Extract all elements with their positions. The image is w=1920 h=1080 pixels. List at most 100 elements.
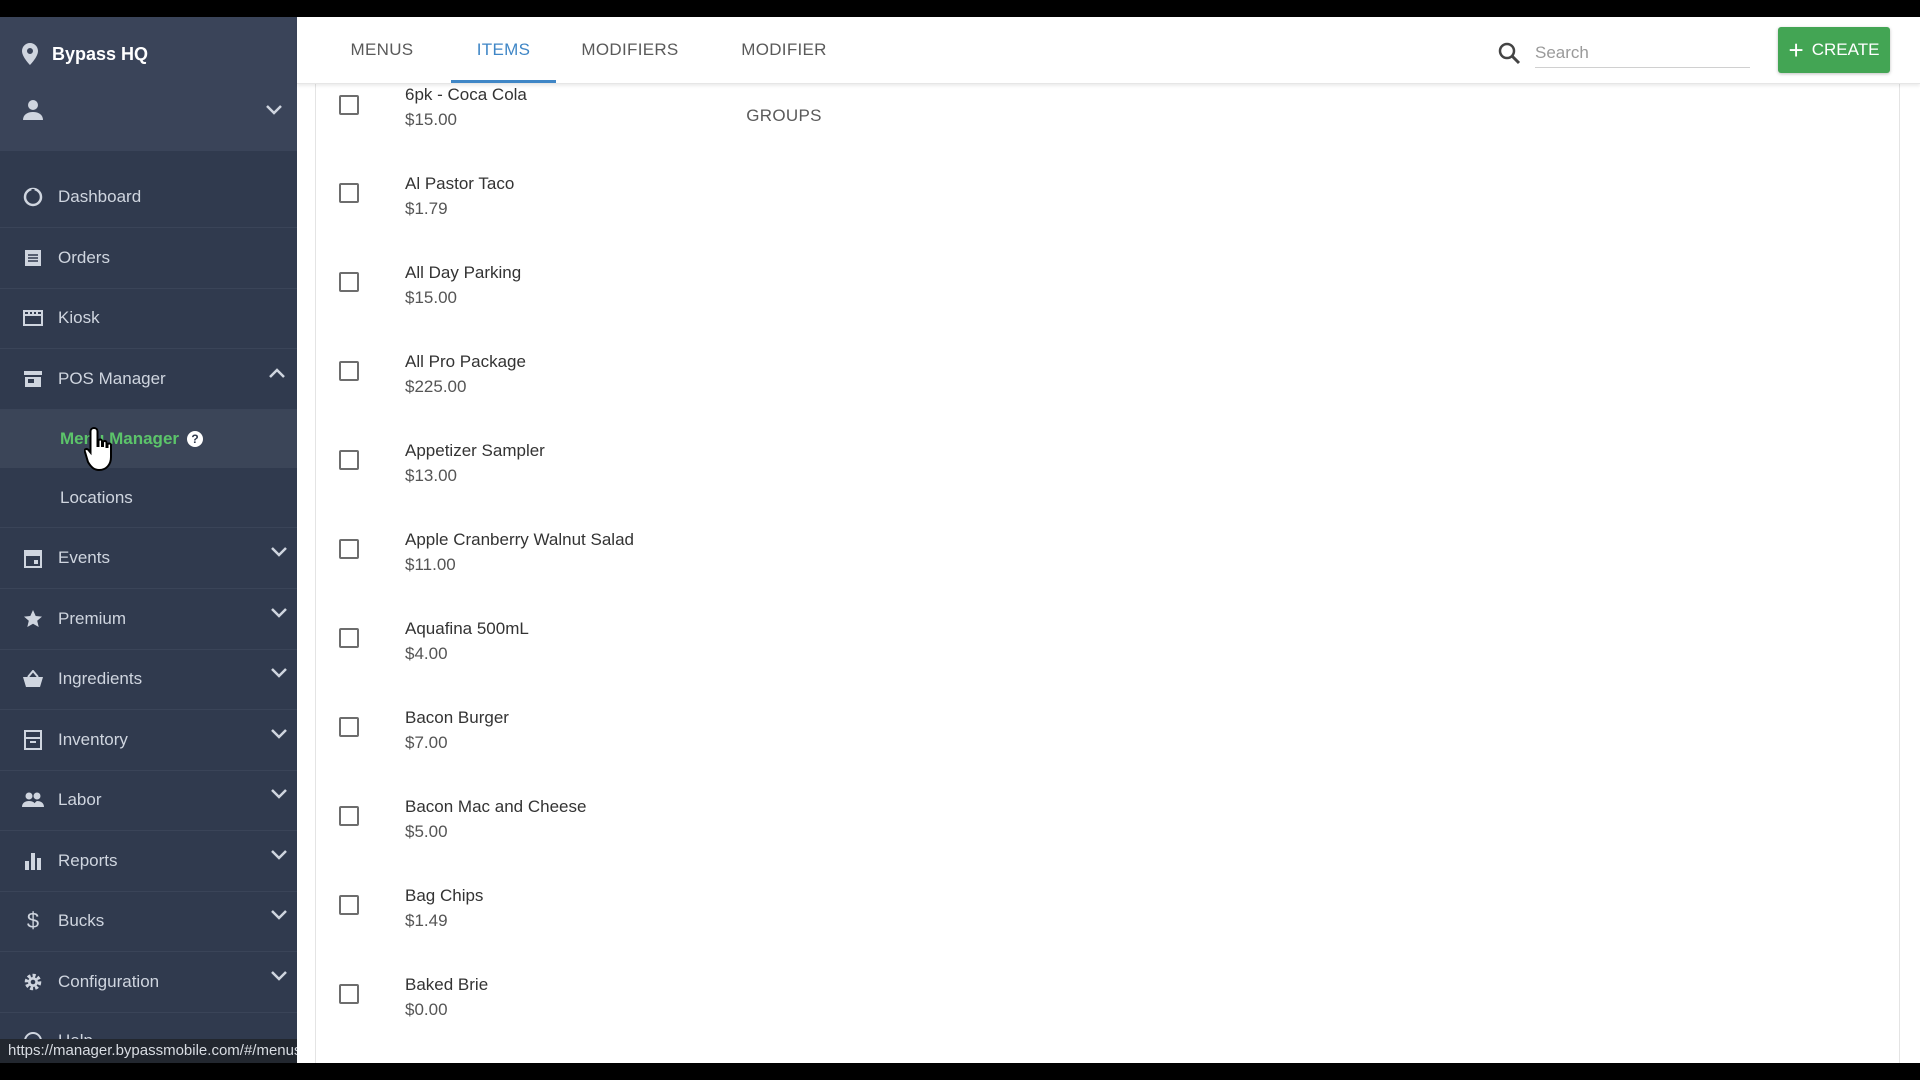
item-price: $1.79 — [405, 199, 448, 218]
list-item[interactable]: Appetizer Sampler $13.00 — [316, 441, 1899, 530]
chevron-down-icon — [271, 729, 287, 739]
item-price: $7.00 — [405, 733, 448, 752]
item-checkbox[interactable] — [339, 895, 359, 915]
tab-modifiers[interactable]: MODIFIERS — [580, 17, 680, 83]
list-item[interactable]: 6pk - Coca Cola $15.00 — [316, 83, 1899, 172]
item-name: All Day Parking — [405, 263, 522, 282]
item-price: $4.00 — [405, 644, 448, 663]
item-price: $225.00 — [405, 377, 467, 396]
list-item[interactable]: Apple Cranberry Walnut Salad $11.00 — [316, 530, 1899, 619]
item-checkbox[interactable] — [339, 183, 359, 203]
item-name: Bacon Mac and Cheese — [405, 797, 587, 816]
item-checkbox[interactable] — [339, 628, 359, 648]
sidebar: Bypass HQ Dashboard Orders Kiosk POS Man… — [0, 17, 297, 1063]
user-menu[interactable] — [22, 95, 282, 125]
nav-ingredients[interactable]: Ingredients — [0, 649, 297, 710]
location-selector[interactable]: Bypass HQ — [22, 39, 148, 69]
gear-icon — [22, 971, 44, 993]
item-price: $15.00 — [405, 110, 457, 129]
store-icon — [22, 368, 44, 390]
item-checkbox[interactable] — [339, 539, 359, 559]
nav-label: Dashboard — [58, 187, 142, 206]
search-bar — [1497, 33, 1750, 73]
nav-label: Premium — [58, 609, 127, 628]
location-pin-icon — [22, 43, 38, 65]
list-item[interactable]: All Day Parking $15.00 — [316, 263, 1899, 352]
orders-icon — [22, 247, 44, 269]
nav-configuration[interactable]: Configuration — [0, 952, 297, 1013]
item-name: All Pro Package — [405, 352, 526, 371]
create-label: CREATE — [1811, 40, 1880, 59]
hand-cursor-icon — [84, 426, 112, 472]
help-icon[interactable]: ? — [187, 431, 204, 447]
create-button[interactable]: + CREATE — [1778, 27, 1890, 73]
chevron-up-icon — [269, 368, 285, 378]
item-checkbox[interactable] — [339, 806, 359, 826]
nav-labor[interactable]: Labor — [0, 770, 297, 831]
kiosk-icon — [22, 307, 44, 329]
item-name: Apple Cranberry Walnut Salad — [405, 530, 634, 549]
chevron-down-icon — [271, 910, 287, 920]
list-item[interactable]: All Pro Package $225.00 — [316, 352, 1899, 441]
nav-locations[interactable]: Locations — [0, 469, 297, 528]
nav-kiosk[interactable]: Kiosk — [0, 288, 297, 349]
nav-label: Labor — [58, 790, 102, 809]
nav-label: Events — [58, 548, 110, 567]
nav-menu-manager[interactable]: Menu Manager ? — [0, 410, 297, 468]
top-header: MENUS ITEMS MODIFIERS MODIFIER GROUPS + … — [297, 17, 1920, 125]
bar-chart-icon — [22, 850, 44, 872]
list-item[interactable]: Bacon Burger $7.00 — [316, 708, 1899, 797]
tab-items[interactable]: ITEMS — [451, 17, 556, 83]
item-name: Bacon Burger — [405, 708, 509, 727]
app-window: Bypass HQ Dashboard Orders Kiosk POS Man… — [0, 17, 1920, 1063]
inventory-icon — [22, 729, 44, 751]
nav-bucks[interactable]: $ Bucks — [0, 891, 297, 952]
status-bar-url: https://manager.bypassmobile.com/#/menus — [0, 1039, 297, 1063]
item-name: 6pk - Coca Cola — [405, 85, 527, 104]
dollar-icon: $ — [26, 908, 40, 933]
tab-menus[interactable]: MENUS — [335, 17, 429, 83]
nav-events[interactable]: Events — [0, 528, 297, 589]
sidebar-header: Bypass HQ — [0, 17, 297, 151]
people-icon — [22, 789, 44, 811]
nav-pos-manager[interactable]: POS Manager — [0, 349, 297, 410]
nav-reports[interactable]: Reports — [0, 831, 297, 892]
item-checkbox[interactable] — [339, 717, 359, 737]
nav-inventory[interactable]: Inventory — [0, 710, 297, 771]
list-item[interactable]: Al Pastor Taco $1.79 — [316, 174, 1899, 263]
list-item[interactable]: Bag Chips $1.49 — [316, 886, 1899, 975]
search-icon[interactable] — [1497, 41, 1521, 65]
nav-label: Ingredients — [58, 669, 143, 688]
nav-label: Configuration — [58, 972, 160, 991]
tab-modifier-groups[interactable]: MODIFIER GROUPS — [704, 17, 864, 125]
nav-label: Inventory — [58, 730, 128, 749]
search-input[interactable] — [1535, 38, 1750, 68]
nav-label: POS Manager — [58, 369, 166, 388]
nav-label: Kiosk — [58, 308, 100, 327]
chevron-down-icon — [271, 789, 287, 799]
user-icon — [23, 100, 43, 120]
item-checkbox[interactable] — [339, 272, 359, 292]
plus-icon: + — [1788, 35, 1804, 65]
item-checkbox[interactable] — [339, 450, 359, 470]
nav-premium[interactable]: Premium — [0, 589, 297, 650]
item-name: Aquafina 500mL — [405, 619, 529, 638]
nav-orders[interactable]: Orders — [0, 228, 297, 289]
item-checkbox[interactable] — [339, 95, 359, 115]
nav-label: Reports — [58, 851, 118, 870]
basket-icon — [22, 668, 44, 690]
list-item[interactable]: Baked Brie $0.00 — [316, 975, 1899, 1063]
item-checkbox[interactable] — [339, 984, 359, 1004]
nav-dashboard[interactable]: Dashboard — [0, 167, 297, 228]
chevron-down-icon — [266, 105, 282, 115]
calendar-icon — [22, 547, 44, 569]
list-item[interactable]: Bacon Mac and Cheese $5.00 — [316, 797, 1899, 886]
item-checkbox[interactable] — [339, 361, 359, 381]
chevron-down-icon — [271, 547, 287, 557]
item-name: Bag Chips — [405, 886, 484, 905]
nav-label: Bucks — [58, 911, 105, 930]
main-content: 6pk - Coca Cola $15.00 Al Pastor Taco $1… — [297, 83, 1920, 1063]
list-item[interactable]: Aquafina 500mL $4.00 — [316, 619, 1899, 708]
chevron-down-icon — [271, 850, 287, 860]
brand-name: Bypass HQ — [52, 43, 149, 64]
